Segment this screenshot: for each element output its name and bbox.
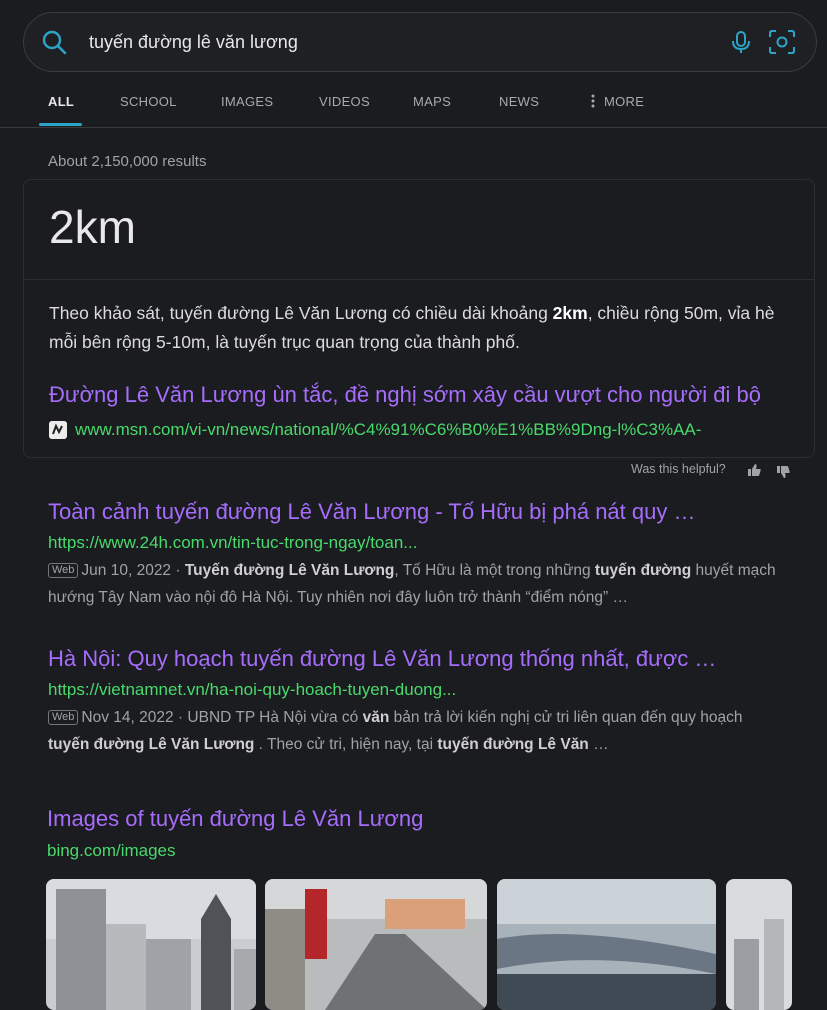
images-section-url[interactable]: bing.com/images [47, 841, 176, 861]
result-count: About 2,150,000 results [48, 153, 207, 170]
tab-more[interactable]: MORE [604, 94, 644, 109]
search-input[interactable] [87, 27, 707, 57]
tab-all[interactable]: ALL [48, 94, 74, 109]
result-url[interactable]: https://www.24h.com.vn/tin-tuc-trong-nga… [48, 533, 788, 553]
image-thumbnail[interactable] [265, 879, 487, 1010]
answer-source-row: www.msn.com/vi-vn/news/national/%C4%91%C… [49, 418, 809, 442]
answer-source-url[interactable]: www.msn.com/vi-vn/news/national/%C4%91%C… [75, 420, 701, 440]
tab-videos[interactable]: VIDEOS [319, 94, 370, 109]
search-bar [23, 12, 817, 72]
more-dots-icon[interactable] [589, 94, 597, 108]
image-thumbnail[interactable] [497, 879, 716, 1010]
tab-bar: ALL SCHOOL IMAGES VIDEOS MAPS NEWS MORE [0, 80, 827, 128]
images-section-title[interactable]: Images of tuyến đường Lê Văn Lương [47, 806, 423, 832]
tab-news[interactable]: NEWS [499, 94, 539, 109]
answer-snippet: Theo khảo sát, tuyến đường Lê Văn Lương … [49, 303, 775, 352]
image-thumbnail[interactable] [46, 879, 256, 1010]
answer-source-title[interactable]: Đường Lê Văn Lương ùn tắc, đề nghị sớm x… [49, 382, 789, 408]
visual-search-icon[interactable] [767, 28, 797, 56]
result-title[interactable]: Hà Nội: Quy hoạch tuyến đường Lê Văn Lươ… [48, 646, 788, 672]
divider [24, 279, 814, 280]
search-result: Toàn cảnh tuyến đường Lê Văn Lương - Tố … [48, 499, 788, 611]
tab-school[interactable]: SCHOOL [120, 94, 177, 109]
answer-value: 2km [49, 201, 136, 253]
result-snippet: Web Nov 14, 2022 · UBND TP Hà Nội vừa có … [48, 709, 743, 753]
helpful-prompt: Was this helpful? [631, 462, 726, 476]
tab-maps[interactable]: MAPS [413, 94, 451, 109]
result-url[interactable]: https://vietnamnet.vn/ha-noi-quy-hoach-t… [48, 680, 788, 700]
image-thumbnail[interactable] [726, 879, 792, 1010]
thumbs-down-icon[interactable] [775, 464, 791, 480]
active-tab-indicator [39, 123, 82, 126]
answer-card: 2km Theo khảo sát, tuyến đường Lê Văn Lư… [23, 179, 815, 458]
tab-images[interactable]: IMAGES [221, 94, 273, 109]
search-icon[interactable] [40, 28, 68, 56]
msn-favicon-icon [49, 421, 67, 439]
thumbs-up-icon[interactable] [746, 462, 762, 478]
web-badge: Web [48, 710, 79, 725]
microphone-icon[interactable] [727, 28, 755, 56]
web-badge: Web [48, 563, 79, 578]
result-title[interactable]: Toàn cảnh tuyến đường Lê Văn Lương - Tố … [48, 499, 788, 525]
search-result: Hà Nội: Quy hoạch tuyến đường Lê Văn Lươ… [48, 646, 788, 758]
result-snippet: Web Jun 10, 2022 · Tuyến đường Lê Văn Lươ… [48, 562, 776, 606]
